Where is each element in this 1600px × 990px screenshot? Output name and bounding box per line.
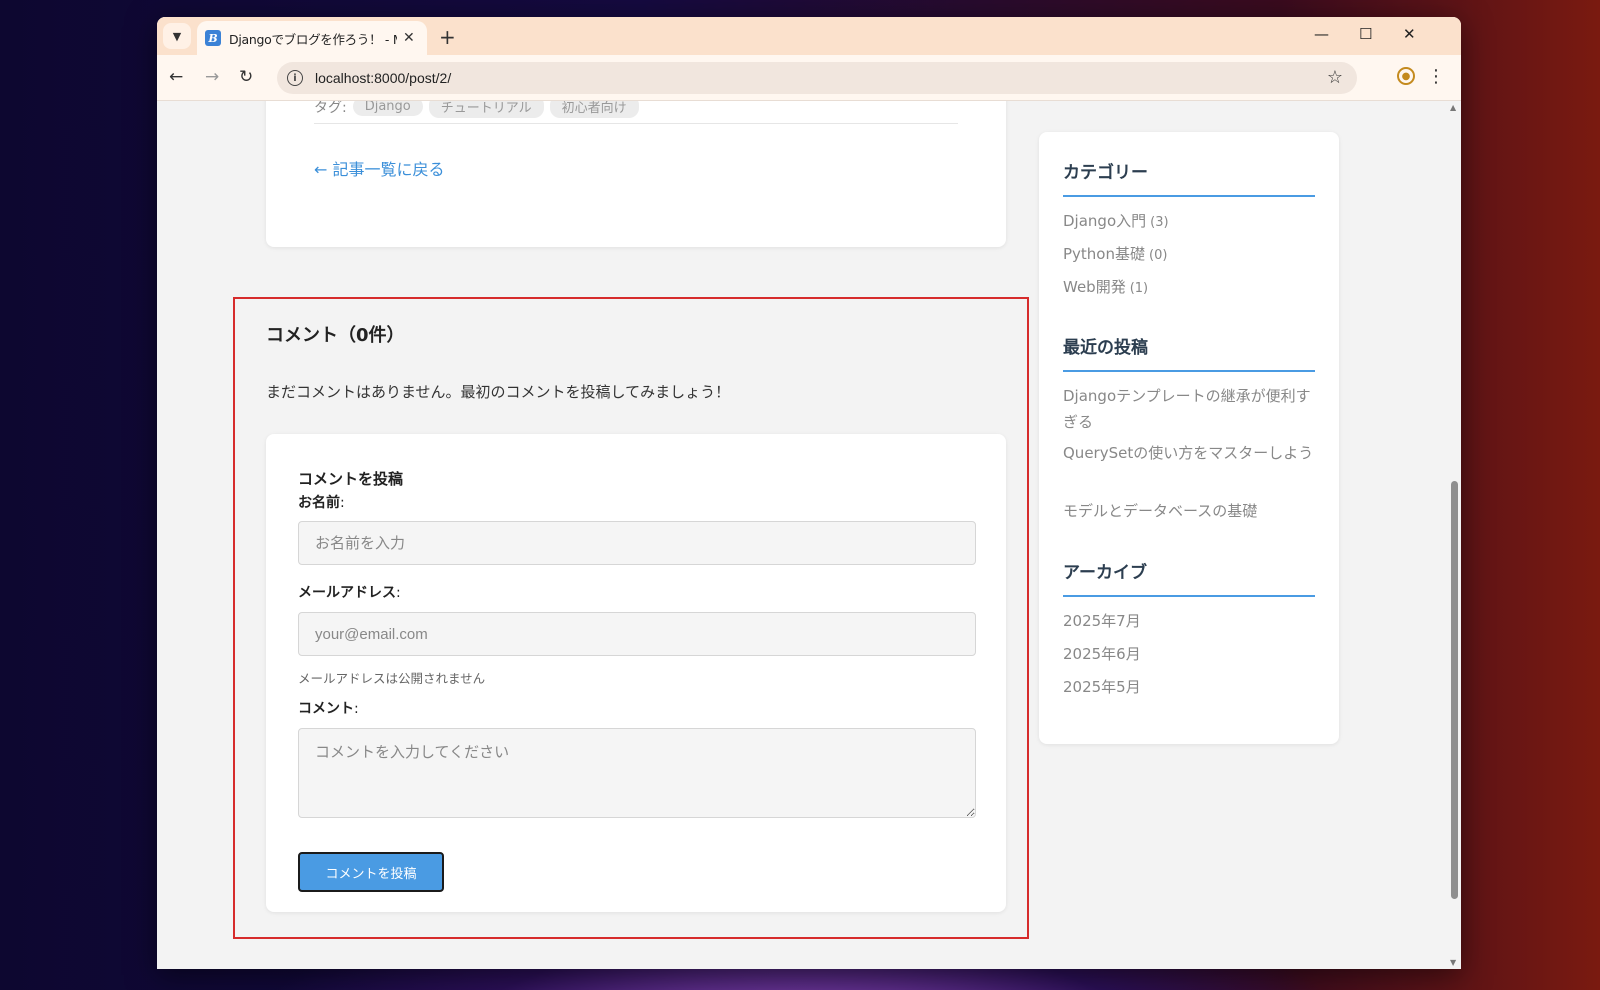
comment-heading: コメント（0件） [266, 325, 405, 346]
chevron-down-icon: ▼ [172, 29, 182, 43]
no-comments-message: まだコメントはありません。最初のコメントを投稿してみましょう！ [266, 383, 731, 401]
url-text[interactable]: localhost:8000/post/2/ [315, 70, 451, 86]
form-title: コメントを投稿 [298, 470, 404, 488]
comment-form: コメントを投稿 お名前: メールアドレス: メールアドレスは公開されません コメ… [266, 434, 1006, 912]
post-card: タグ: Django チュートリアル 初心者向け ← 記事一覧に戻る [266, 101, 1006, 247]
menu-icon[interactable]: ⋮ [1427, 66, 1445, 87]
recent-post-link[interactable]: QuerySetの使い方をマスターしよう [1063, 440, 1315, 466]
name-input[interactable] [298, 521, 976, 565]
archive-link[interactable]: 2025年5月 [1063, 674, 1315, 700]
tag-badge[interactable]: Django [352, 101, 423, 116]
back-to-list-link[interactable]: ← 記事一覧に戻る [314, 156, 445, 180]
archive-link[interactable]: 2025年7月 [1063, 608, 1315, 634]
reload-icon[interactable]: ↻ [239, 67, 253, 87]
bookmark-star-icon[interactable]: ☆ [1327, 67, 1343, 88]
recent-posts-heading: 最近の投稿 [1063, 333, 1315, 372]
email-label: メールアドレス: [298, 585, 401, 601]
post-tags: タグ: Django チュートリアル 初心者向け [314, 101, 639, 118]
categories-heading: カテゴリー [1063, 158, 1315, 197]
forward-icon[interactable]: → [205, 67, 219, 87]
site-info-icon[interactable]: i [287, 70, 303, 86]
name-label: お名前: [298, 495, 345, 511]
maximize-icon[interactable]: ☐ [1359, 25, 1372, 43]
blog-favicon-icon: B [205, 30, 221, 46]
scroll-down-icon[interactable]: ▼ [1450, 958, 1456, 967]
browser-window: ▼ B Djangoでブログを作ろう！ - My Bl ✕ + — ☐ ✕ ← … [157, 17, 1461, 969]
close-window-icon[interactable]: ✕ [1403, 25, 1416, 43]
browser-tab[interactable]: B Djangoでブログを作ろう！ - My Bl ✕ [197, 21, 427, 55]
page-viewport: タグ: Django チュートリアル 初心者向け ← 記事一覧に戻る コメント（… [157, 101, 1447, 969]
comment-label: コメント: [298, 701, 359, 717]
recent-post-link[interactable]: Djangoテンプレートの継承が便利すぎる [1063, 383, 1315, 435]
minimize-icon[interactable]: — [1314, 25, 1329, 43]
email-input[interactable] [298, 612, 976, 656]
profile-icon[interactable]: ● [1397, 67, 1415, 85]
scroll-thumb[interactable] [1451, 481, 1458, 899]
back-icon[interactable]: ← [169, 67, 183, 87]
sidebar: カテゴリー Django入門 (3) Python基礎 (0) Web開発 (1) 最… [1039, 132, 1339, 744]
tag-badge[interactable]: チュートリアル [428, 101, 544, 118]
tab-title: Djangoでブログを作ろう！ - My Bl [229, 31, 397, 47]
tab-search-button[interactable]: ▼ [163, 23, 191, 49]
scroll-up-icon[interactable]: ▲ [1450, 103, 1456, 112]
archive-link[interactable]: 2025年6月 [1063, 641, 1315, 667]
tags-label: タグ: [314, 101, 347, 116]
tab-strip: ▼ B Djangoでブログを作ろう！ - My Bl ✕ + — ☐ ✕ [157, 17, 1461, 55]
recent-post-link[interactable]: モデルとデータベースの基礎 [1063, 498, 1315, 524]
tag-badge[interactable]: 初心者向け [549, 101, 639, 118]
category-item[interactable]: Django入門 (3) [1063, 208, 1315, 236]
address-bar[interactable]: i localhost:8000/post/2/ ☆ [277, 62, 1357, 94]
browser-toolbar: ← → ↻ i localhost:8000/post/2/ ☆ ● ⋮ [157, 55, 1461, 101]
scrollbar[interactable]: ▲ ▼ [1447, 101, 1461, 969]
category-item[interactable]: Python基礎 (0) [1063, 241, 1315, 269]
category-item[interactable]: Web開発 (1) [1063, 274, 1315, 302]
divider [314, 123, 958, 124]
new-tab-icon[interactable]: + [439, 25, 456, 49]
archive-heading: アーカイブ [1063, 558, 1315, 597]
comment-section: コメント（0件） まだコメントはありません。最初のコメントを投稿してみましょう！… [233, 297, 1029, 939]
comment-textarea[interactable] [298, 728, 976, 818]
submit-comment-button[interactable]: コメントを投稿 [298, 852, 444, 892]
email-help-text: メールアドレスは公開されません [298, 671, 486, 686]
close-tab-icon[interactable]: ✕ [403, 30, 415, 46]
